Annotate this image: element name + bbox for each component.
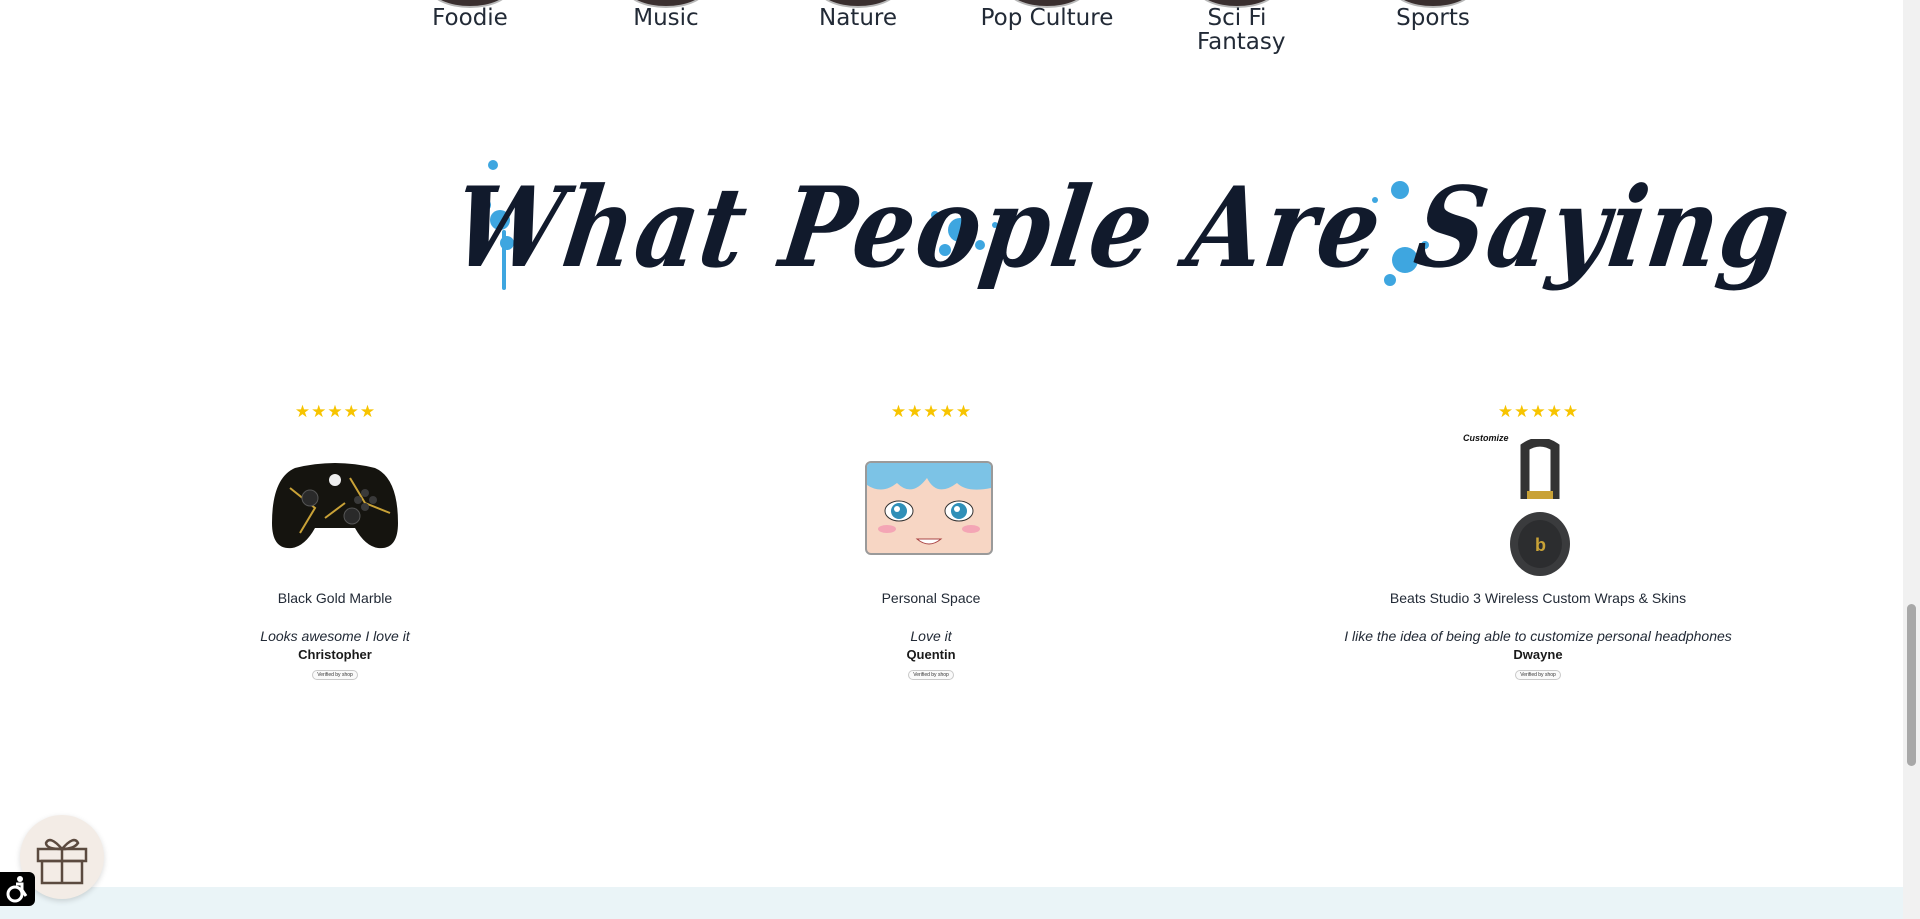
product-name[interactable]: Beats Studio 3 Wireless Custom Wraps & S… (1288, 590, 1788, 606)
star-icon: ★ (1530, 402, 1546, 421)
star-icon: ★ (311, 402, 327, 421)
category-pop-culture[interactable]: Pop Culture (972, 0, 1122, 30)
section-heading: What People Are Saying (446, 145, 1799, 325)
star-icon: ★ (955, 402, 972, 421)
footer-band (0, 887, 1903, 919)
star-icon: ★ (1546, 402, 1562, 421)
product-image[interactable]: Customize b (1288, 433, 1788, 588)
accessibility-icon (6, 876, 28, 903)
product-name[interactable]: Personal Space (681, 590, 1181, 606)
review-card: ★ ★ ★ ★ ★ Black Gold Marble Looks awesom… (85, 400, 585, 681)
review-card: ★ ★ ★ ★ ★ Customize b Beats Studio 3 Wir… (1288, 400, 1788, 681)
star-rating: ★ ★ ★ ★ ★ (1288, 400, 1788, 424)
page-scrollbar[interactable] (1903, 0, 1920, 919)
product-name[interactable]: Black Gold Marble (85, 590, 585, 606)
category-label: Sci Fi Fantasy (1197, 5, 1286, 55)
category-music[interactable]: Music (591, 0, 741, 30)
category-label: Music (633, 5, 699, 31)
game-controller-image (272, 463, 398, 549)
scrollbar-thumb[interactable] (1907, 604, 1916, 766)
category-label: Nature (819, 5, 897, 31)
category-label: Pop Culture (980, 5, 1114, 31)
star-icon: ★ (1514, 402, 1530, 421)
star-rating: ★ ★ ★ ★ ★ (85, 400, 585, 424)
category-foodie[interactable]: Foodie (395, 0, 545, 30)
star-icon: ★ (939, 402, 955, 421)
review-card: ★ ★ ★ ★ ★ Personal Space Love it Quentin… (681, 400, 1181, 681)
category-sports[interactable]: Sports (1358, 0, 1508, 30)
star-icon: ★ (343, 402, 359, 421)
product-image[interactable] (681, 438, 1181, 588)
review-quote: I like the idea of being able to customi… (1344, 628, 1732, 644)
star-icon: ★ (1497, 402, 1514, 421)
headphones-image: Customize b (1463, 433, 1578, 578)
review-quote: Love it (910, 628, 952, 644)
star-icon: ★ (327, 402, 343, 421)
star-icon: ★ (907, 402, 923, 421)
review-author: Dwayne (1513, 647, 1563, 662)
verified-badge: Verified by shop (908, 670, 954, 680)
category-nature[interactable]: Nature (783, 0, 933, 30)
section-title: What People Are Saying (445, 162, 1799, 293)
star-icon: ★ (1562, 402, 1579, 421)
svg-text:b: b (1535, 535, 1546, 555)
category-row: Foodie Music Nature Pop Culture Sci Fi F… (0, 0, 1903, 70)
star-icon: ★ (923, 402, 939, 421)
category-sci-fi-fantasy[interactable]: Sci Fi Fantasy (1162, 0, 1312, 54)
product-image[interactable] (85, 438, 585, 588)
customize-badge: Customize (1463, 433, 1509, 443)
category-label: Sports (1396, 5, 1470, 31)
page: Foodie Music Nature Pop Culture Sci Fi F… (0, 0, 1903, 919)
verified-badge: Verified by shop (312, 670, 358, 680)
star-icon: ★ (294, 402, 311, 421)
star-icon: ★ (359, 402, 376, 421)
star-icon: ★ (890, 402, 907, 421)
review-author: Quentin (906, 647, 956, 662)
verified-badge: Verified by shop (1515, 670, 1561, 680)
accessibility-button[interactable] (0, 872, 35, 906)
laptop-skin-image (865, 461, 993, 555)
category-label: Foodie (432, 5, 508, 31)
star-rating: ★ ★ ★ ★ ★ (681, 400, 1181, 424)
review-quote: Looks awesome I love it (260, 628, 410, 644)
review-author: Christopher (298, 647, 372, 662)
